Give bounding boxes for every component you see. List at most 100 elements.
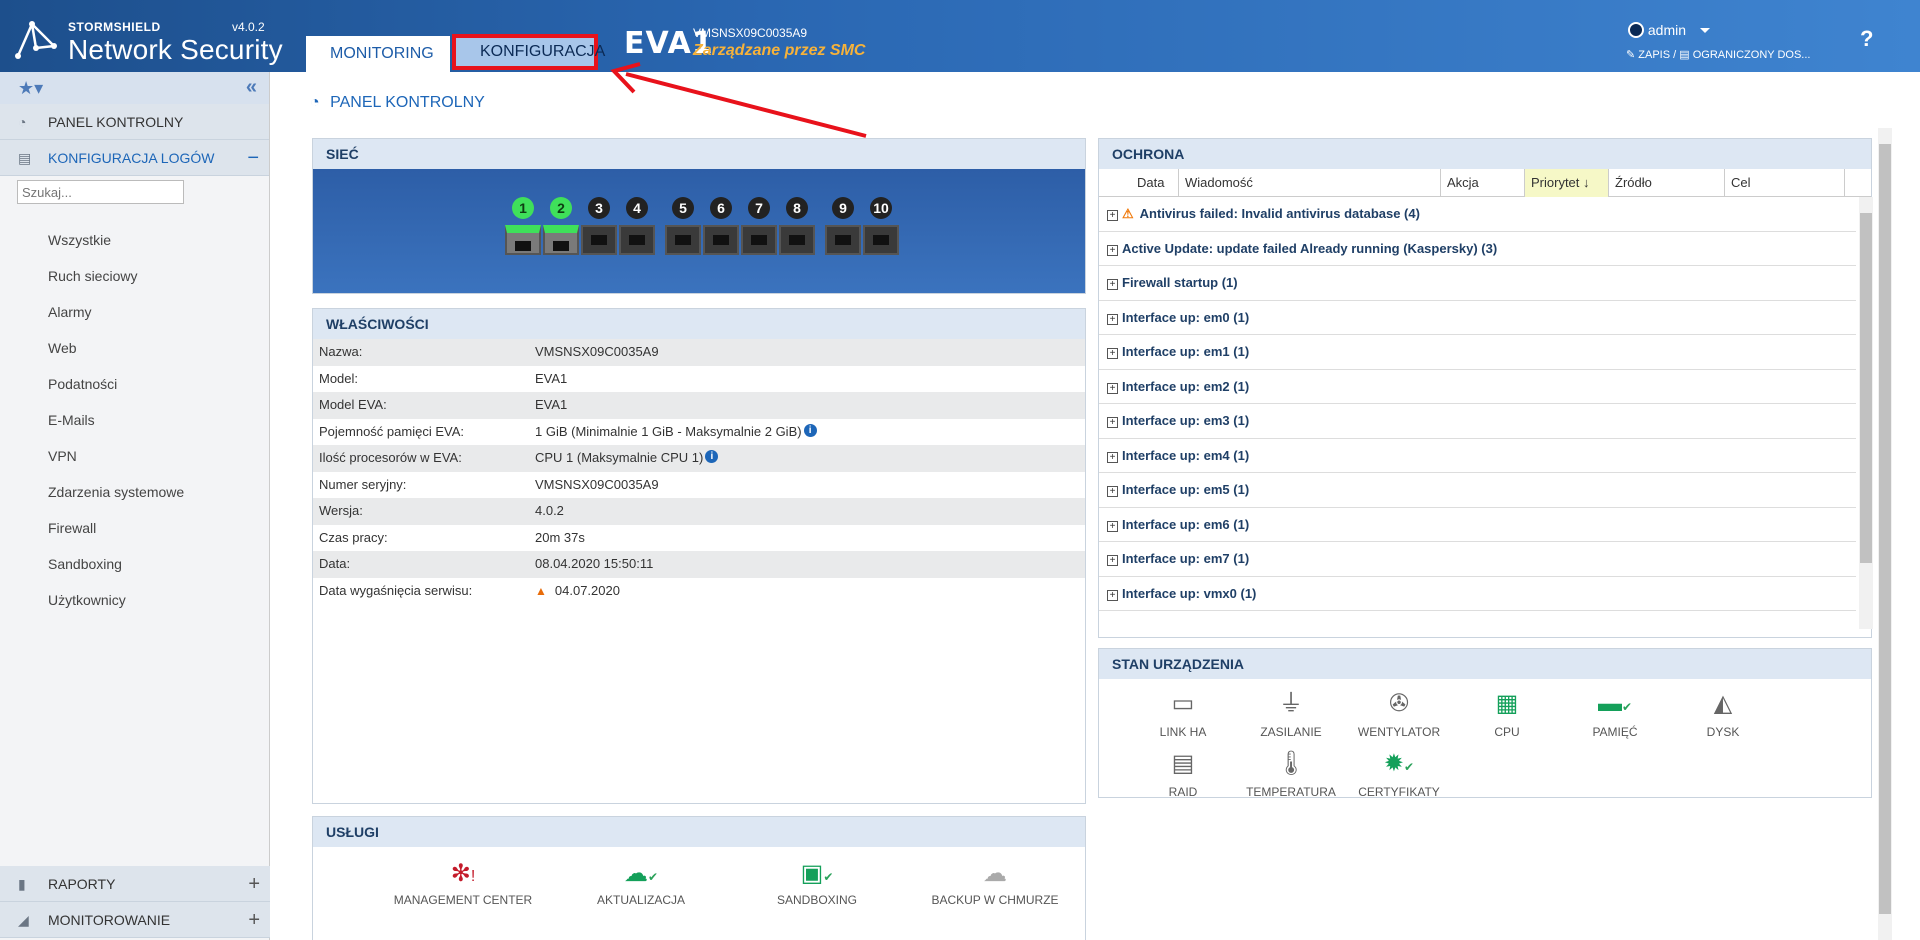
list-item[interactable]: + Interface up: em7 (1) — [1099, 542, 1856, 577]
sidebar-section-monitoring[interactable]: ◢ MONITOROWANIE + — [0, 902, 270, 938]
column-source[interactable]: Źródło — [1609, 169, 1725, 197]
network-port[interactable]: 7 — [741, 197, 777, 257]
expand-icon[interactable]: + — [1107, 555, 1118, 566]
list-item[interactable]: + Interface up: em3 (1) — [1099, 404, 1856, 439]
list-item-label: Interface up: em1 (1) — [1122, 344, 1250, 359]
list-item[interactable]: + Interface up: em6 (1) — [1099, 508, 1856, 542]
expand-icon[interactable]: + — [1107, 417, 1118, 428]
expand-icon[interactable]: + — [1107, 451, 1118, 463]
favorites-star-icon[interactable]: ★▾ — [18, 78, 43, 99]
list-item[interactable]: + Firewall startup (1) — [1099, 266, 1856, 301]
service-cloud-backup[interactable]: ☁ BACKUP W CHMURZE — [905, 859, 1085, 907]
column-date[interactable]: Data — [1099, 169, 1179, 197]
status-label: CERTYFIKATY — [1358, 785, 1440, 799]
help-button[interactable]: ? — [1860, 26, 1873, 52]
expand-icon[interactable]: + — [1107, 589, 1118, 601]
sidebar-section-logs[interactable]: ▤ KONFIGURACJA LOGÓW − — [0, 140, 269, 176]
network-port[interactable]: 6 — [703, 197, 739, 257]
tab-konfiguracja[interactable]: KONFIGURACJA — [452, 34, 605, 70]
network-port[interactable]: 4 — [619, 197, 655, 257]
status-temperature[interactable]: 🌡 TEMPERATURA — [1241, 749, 1341, 799]
list-item[interactable]: + Interface up: vmx0 (1) — [1099, 577, 1856, 611]
sidebar-item-system-events[interactable]: Zdarzenia systemowe — [0, 474, 270, 510]
info-icon[interactable]: i — [803, 423, 817, 437]
network-port[interactable]: 3 — [581, 197, 617, 257]
sidebar-item-all[interactable]: Wszystkie — [0, 222, 270, 258]
info-icon[interactable]: i — [705, 450, 719, 463]
sidebar-item-alarms[interactable]: Alarmy — [0, 294, 270, 330]
sidebar-item-vulnerabilities[interactable]: Podatności — [0, 366, 270, 402]
column-message[interactable]: Wiadomość — [1179, 169, 1441, 197]
list-item[interactable]: + Interface up: em1 (1) — [1099, 335, 1856, 370]
network-port[interactable]: 10 — [863, 197, 899, 257]
network-port[interactable]: 8 — [779, 197, 815, 257]
sidebar-item-network-traffic[interactable]: Ruch sieciowy — [0, 258, 270, 294]
expand-icon[interactable]: + — [1107, 382, 1118, 394]
expand-icon[interactable]: + — [1107, 279, 1118, 290]
expand-icon[interactable]: + — [1107, 348, 1118, 359]
scrollbar-thumb[interactable] — [1860, 213, 1872, 563]
sidebar-item-vpn[interactable]: VPN — [0, 438, 270, 474]
status-cpu[interactable]: ▦ CPU — [1457, 689, 1557, 739]
main-content: ◔ PANEL KONTROLNY SIEĆ 1 2 3 4 5 6 7 8 9 10 WŁAŚC… — [272, 72, 1920, 940]
collapse-sidebar-icon[interactable]: « — [246, 76, 257, 99]
expand-icon[interactable]: + — [248, 866, 260, 902]
service-update[interactable]: ☁✔ AKTUALIZACJA — [551, 859, 731, 907]
status-link-ha[interactable]: ▭ LINK HA — [1133, 689, 1233, 739]
list-item[interactable]: + Interface up: em0 (1) — [1099, 301, 1856, 335]
service-sandboxing[interactable]: ▣✔ SANDBOXING — [727, 859, 907, 907]
sidebar-item-emails[interactable]: E-Mails — [0, 402, 270, 438]
status-label: CPU — [1494, 725, 1520, 739]
status-power[interactable]: ⏚ ZASILANIE — [1241, 689, 1341, 739]
sidebar-section-reports[interactable]: ▮ RAPORTY + — [0, 866, 270, 902]
search-input[interactable] — [17, 180, 184, 204]
status-fan[interactable]: ✇ WENTYLATOR — [1349, 689, 1449, 739]
sidebar-item-sandboxing[interactable]: Sandboxing — [0, 546, 270, 582]
expand-icon[interactable]: + — [248, 902, 260, 938]
status-label: WENTYLATOR — [1357, 725, 1441, 739]
list-item[interactable]: + Interface up: em5 (1) — [1099, 473, 1856, 508]
network-port[interactable]: 5 — [665, 197, 701, 257]
list-item[interactable]: + Interface up: em4 (1) — [1099, 439, 1856, 473]
disk-icon: ◭ — [1713, 690, 1733, 717]
list-item-label: Interface up: em7 (1) — [1122, 551, 1250, 566]
sidebar-item-firewall[interactable]: Firewall — [0, 510, 270, 546]
network-port[interactable]: 1 — [505, 197, 541, 257]
property-label: Data wygaśnięcia serwisu: — [319, 582, 473, 598]
status-raid[interactable]: ▤ RAID — [1133, 749, 1233, 799]
expand-icon[interactable]: + — [1107, 313, 1118, 325]
document-icon: ▤ — [1679, 49, 1690, 61]
protection-scrollbar[interactable] — [1859, 197, 1873, 629]
column-action[interactable]: Akcja — [1441, 169, 1525, 197]
list-item[interactable]: + ⚠ Antivirus failed: Invalid antivirus da… — [1099, 197, 1856, 232]
tab-monitoring[interactable]: MONITORING — [306, 36, 450, 72]
scrollbar-thumb[interactable] — [1879, 144, 1891, 914]
service-management-center[interactable]: ✻! MANAGEMENT CENTER — [373, 859, 553, 907]
management-center-icon: ✻! — [450, 860, 476, 887]
property-row: Czas pracy: 20m 37s — [313, 525, 1085, 552]
sidebar-item-dashboard[interactable]: ◔ PANEL KONTROLNY — [0, 104, 269, 140]
status-memory[interactable]: ▬✔ PAMIĘĆ — [1565, 689, 1665, 739]
collapse-icon[interactable]: − — [247, 140, 259, 176]
column-target[interactable]: Cel — [1725, 169, 1845, 197]
column-priority[interactable]: Priorytet ↓ — [1525, 169, 1609, 197]
expand-icon[interactable]: + — [1107, 210, 1118, 221]
sidebar-item-web[interactable]: Web — [0, 330, 270, 366]
status-certificates[interactable]: ✹✔ CERTYFIKATY — [1349, 749, 1449, 799]
list-item[interactable]: + Interface up: em2 (1) — [1099, 370, 1856, 404]
status-disk[interactable]: ◭ DYSK — [1673, 689, 1773, 739]
service-label: BACKUP W CHMURZE — [931, 893, 1059, 907]
main-scrollbar[interactable] — [1878, 128, 1892, 940]
list-item[interactable]: + Active Update: update failed Already ru… — [1099, 232, 1856, 266]
network-port[interactable]: 9 — [825, 197, 861, 257]
access-mode[interactable]: ✎ ZAPIS / ▤ OGRANICZONY DOS... — [1626, 48, 1810, 61]
network-port[interactable]: 2 — [543, 197, 579, 257]
stormshield-logo[interactable]: STORMSHIELD v4.0.2 Network Security — [14, 16, 283, 65]
expand-icon[interactable]: + — [1107, 520, 1118, 532]
expand-icon[interactable]: + — [1107, 486, 1118, 497]
user-menu[interactable]: admin — [1628, 22, 1710, 38]
sidebar-section-label: KONFIGURACJA LOGÓW — [48, 150, 215, 166]
sidebar-item-users[interactable]: Użytkownicy — [0, 582, 270, 618]
property-row: Wersja: 4.0.2 — [313, 498, 1085, 525]
expand-icon[interactable]: + — [1107, 244, 1118, 256]
